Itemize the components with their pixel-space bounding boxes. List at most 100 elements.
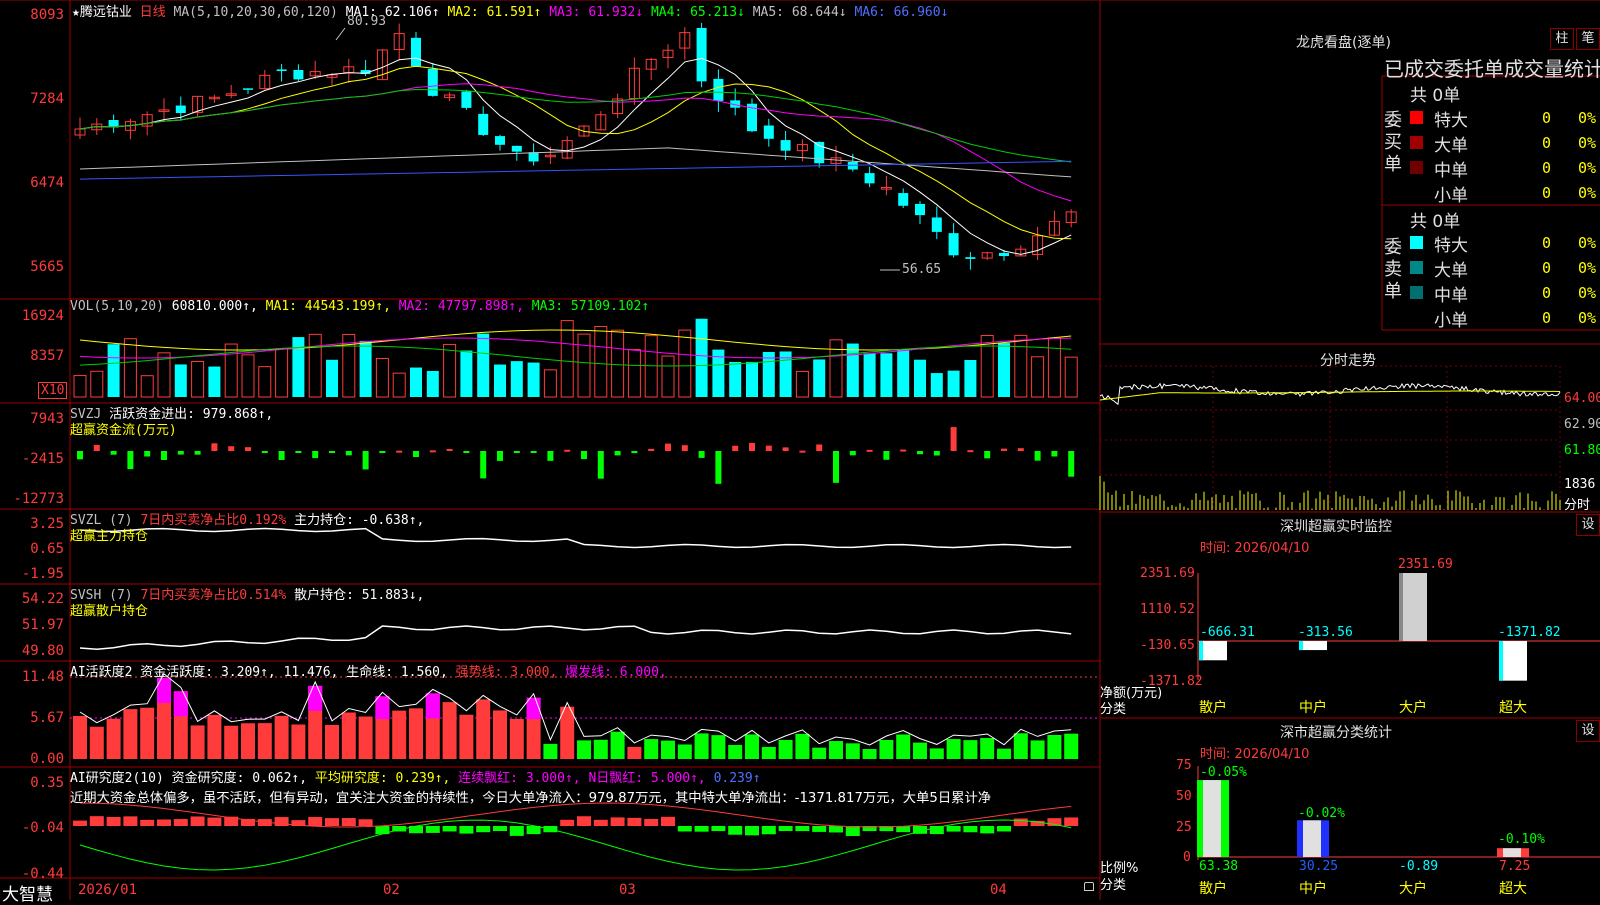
- svzl-ytick: 0.65: [30, 541, 64, 557]
- sz-monitor-settings-button[interactable]: 设: [1576, 514, 1600, 536]
- sz-class-category: 超大: [1499, 881, 1527, 897]
- volume-bar-up: [1014, 334, 1028, 398]
- volume-bar-up: [241, 354, 255, 398]
- research-bar: [140, 819, 155, 826]
- research-bar: [694, 826, 709, 832]
- fund-flow-bar: [127, 451, 134, 470]
- research-bar: [425, 826, 440, 833]
- order-row-label: 特大: [1434, 236, 1468, 256]
- fund-flow-bar: [1034, 451, 1041, 461]
- ai-active-title[interactable]: AI活跃度2 资金活跃度: 3.209↑,: [70, 665, 276, 680]
- buy-side-label: 委买单: [1384, 110, 1402, 175]
- sz-class-bar-inner: [1503, 848, 1521, 857]
- sz-class-bottom-value: 63.38: [1199, 859, 1239, 874]
- sz-monitor-value: -1371.82: [1498, 625, 1561, 640]
- research-bar: [577, 816, 591, 826]
- fund-flow-bar: [967, 450, 974, 453]
- fund-flow-bar: [278, 451, 285, 460]
- volume-bar-down: [174, 364, 187, 397]
- ai-research-comment: 近期大资金总体偏多，虽不活跃，但有异动，宜关注大资金的持续性，今日大单净流入：9…: [70, 791, 992, 806]
- sz-class-top-value: -0.02%: [1298, 806, 1345, 821]
- bar-mode-button[interactable]: 柱: [1550, 28, 1574, 50]
- ma-params[interactable]: MA(5,10,20,30,60,120): [174, 5, 338, 20]
- research-bar: [207, 817, 222, 826]
- activity-bar-peak: [375, 696, 390, 719]
- market-chart-canvas[interactable]: [0, 0, 1600, 900]
- activity-bar: [627, 746, 642, 759]
- low-price-mark: 56.65: [902, 262, 942, 277]
- svzj-ytick: -2415: [21, 451, 64, 467]
- volume-bar-up: [90, 370, 104, 398]
- volume-bar-up: [795, 370, 809, 398]
- vol-unit-badge: X10: [38, 382, 68, 399]
- lock-icon[interactable]: [1084, 882, 1094, 891]
- activity-bar: [593, 739, 608, 759]
- activity-bar: [274, 715, 289, 759]
- period-label[interactable]: 日线: [140, 5, 166, 20]
- svzl-ytick: 3.25: [30, 516, 64, 532]
- ai-research-title[interactable]: AI研究度2(10) 资金研究度: 0.062↑,: [70, 771, 307, 786]
- order-row-count: 0: [1542, 159, 1552, 177]
- research-bar: [157, 819, 171, 826]
- candle-down: [478, 113, 489, 135]
- volume-bar-up: [577, 333, 591, 398]
- vol-value: 60810.000↑,: [171, 299, 258, 314]
- x-label-apr: 04: [990, 882, 1007, 898]
- volume-bar-down: [326, 359, 338, 397]
- research-bar: [627, 817, 642, 826]
- pen-mode-button[interactable]: 笔: [1576, 28, 1600, 50]
- activity-bar: [543, 743, 558, 759]
- svsh-subtitle: 超赢散户持仓: [70, 604, 149, 619]
- intraday-vol-unit: 分时: [1564, 498, 1591, 513]
- activity-bar: [224, 725, 239, 759]
- order-row-pct: 0%: [1578, 159, 1597, 177]
- kline-ytick: 7284: [30, 91, 64, 107]
- volume-bar-up: [1031, 356, 1045, 398]
- fund-flow-bar: [849, 451, 856, 456]
- sz-monitor-time: 时间: 2026/04/10: [1200, 541, 1310, 556]
- sz-monitor-title: 深圳超赢实时监控: [1280, 519, 1392, 535]
- activity-bar: [73, 715, 87, 759]
- sz-class-ytick: 50: [1176, 789, 1192, 804]
- order-row-pct: 0%: [1578, 134, 1597, 152]
- vol-ytick: 16924: [21, 308, 64, 324]
- fund-flow-bar: [261, 451, 268, 453]
- fund-flow-bar: [93, 444, 100, 451]
- stock-name[interactable]: ★腾远钴业: [72, 5, 132, 20]
- volume-bar-up: [392, 372, 406, 398]
- activity-bar: [409, 708, 423, 759]
- vol-params[interactable]: VOL(5,10,20): [70, 299, 164, 314]
- order-row-pct: 0%: [1578, 184, 1597, 202]
- sz-class-xlabel: 分类: [1100, 878, 1127, 893]
- order-row-label: 大单: [1434, 136, 1468, 156]
- fund-flow-bar: [194, 451, 201, 455]
- ai-active-life: 生命线: 1.560,: [346, 665, 448, 680]
- sz-monitor-bar-edge: [1499, 641, 1503, 681]
- candle-down: [780, 140, 791, 151]
- activity-bar: [1013, 733, 1028, 759]
- sz-monitor-category: 大户: [1399, 700, 1427, 716]
- sz-class-bottom-value: 7.25: [1499, 859, 1531, 874]
- activity-bar: [106, 718, 121, 759]
- activity-bar: [845, 743, 860, 759]
- fund-flow-bar: [614, 451, 621, 456]
- volume-bar-down: [897, 349, 910, 397]
- sz-class-settings-button[interactable]: 设: [1576, 720, 1600, 742]
- order-row-label: 小单: [1434, 186, 1468, 206]
- research-bar: [778, 826, 793, 832]
- fund-flow-bar: [732, 445, 739, 451]
- sz-monitor-ytick: -130.65: [1140, 638, 1195, 653]
- intraday-ytick: 61.80: [1564, 443, 1600, 458]
- volume-bar-down: [863, 353, 876, 397]
- activity-bar: [392, 710, 407, 759]
- volume-bar-up: [1047, 337, 1061, 398]
- research-bar: [173, 819, 188, 826]
- activity-bar: [778, 739, 793, 759]
- activity-bar: [1030, 740, 1045, 759]
- activity-bar: [829, 741, 843, 759]
- research-bar: [123, 816, 138, 826]
- fund-flow-bar: [161, 451, 167, 460]
- candle-down: [495, 136, 505, 145]
- activity-bar: [677, 744, 692, 759]
- volume-bar-up: [594, 325, 608, 398]
